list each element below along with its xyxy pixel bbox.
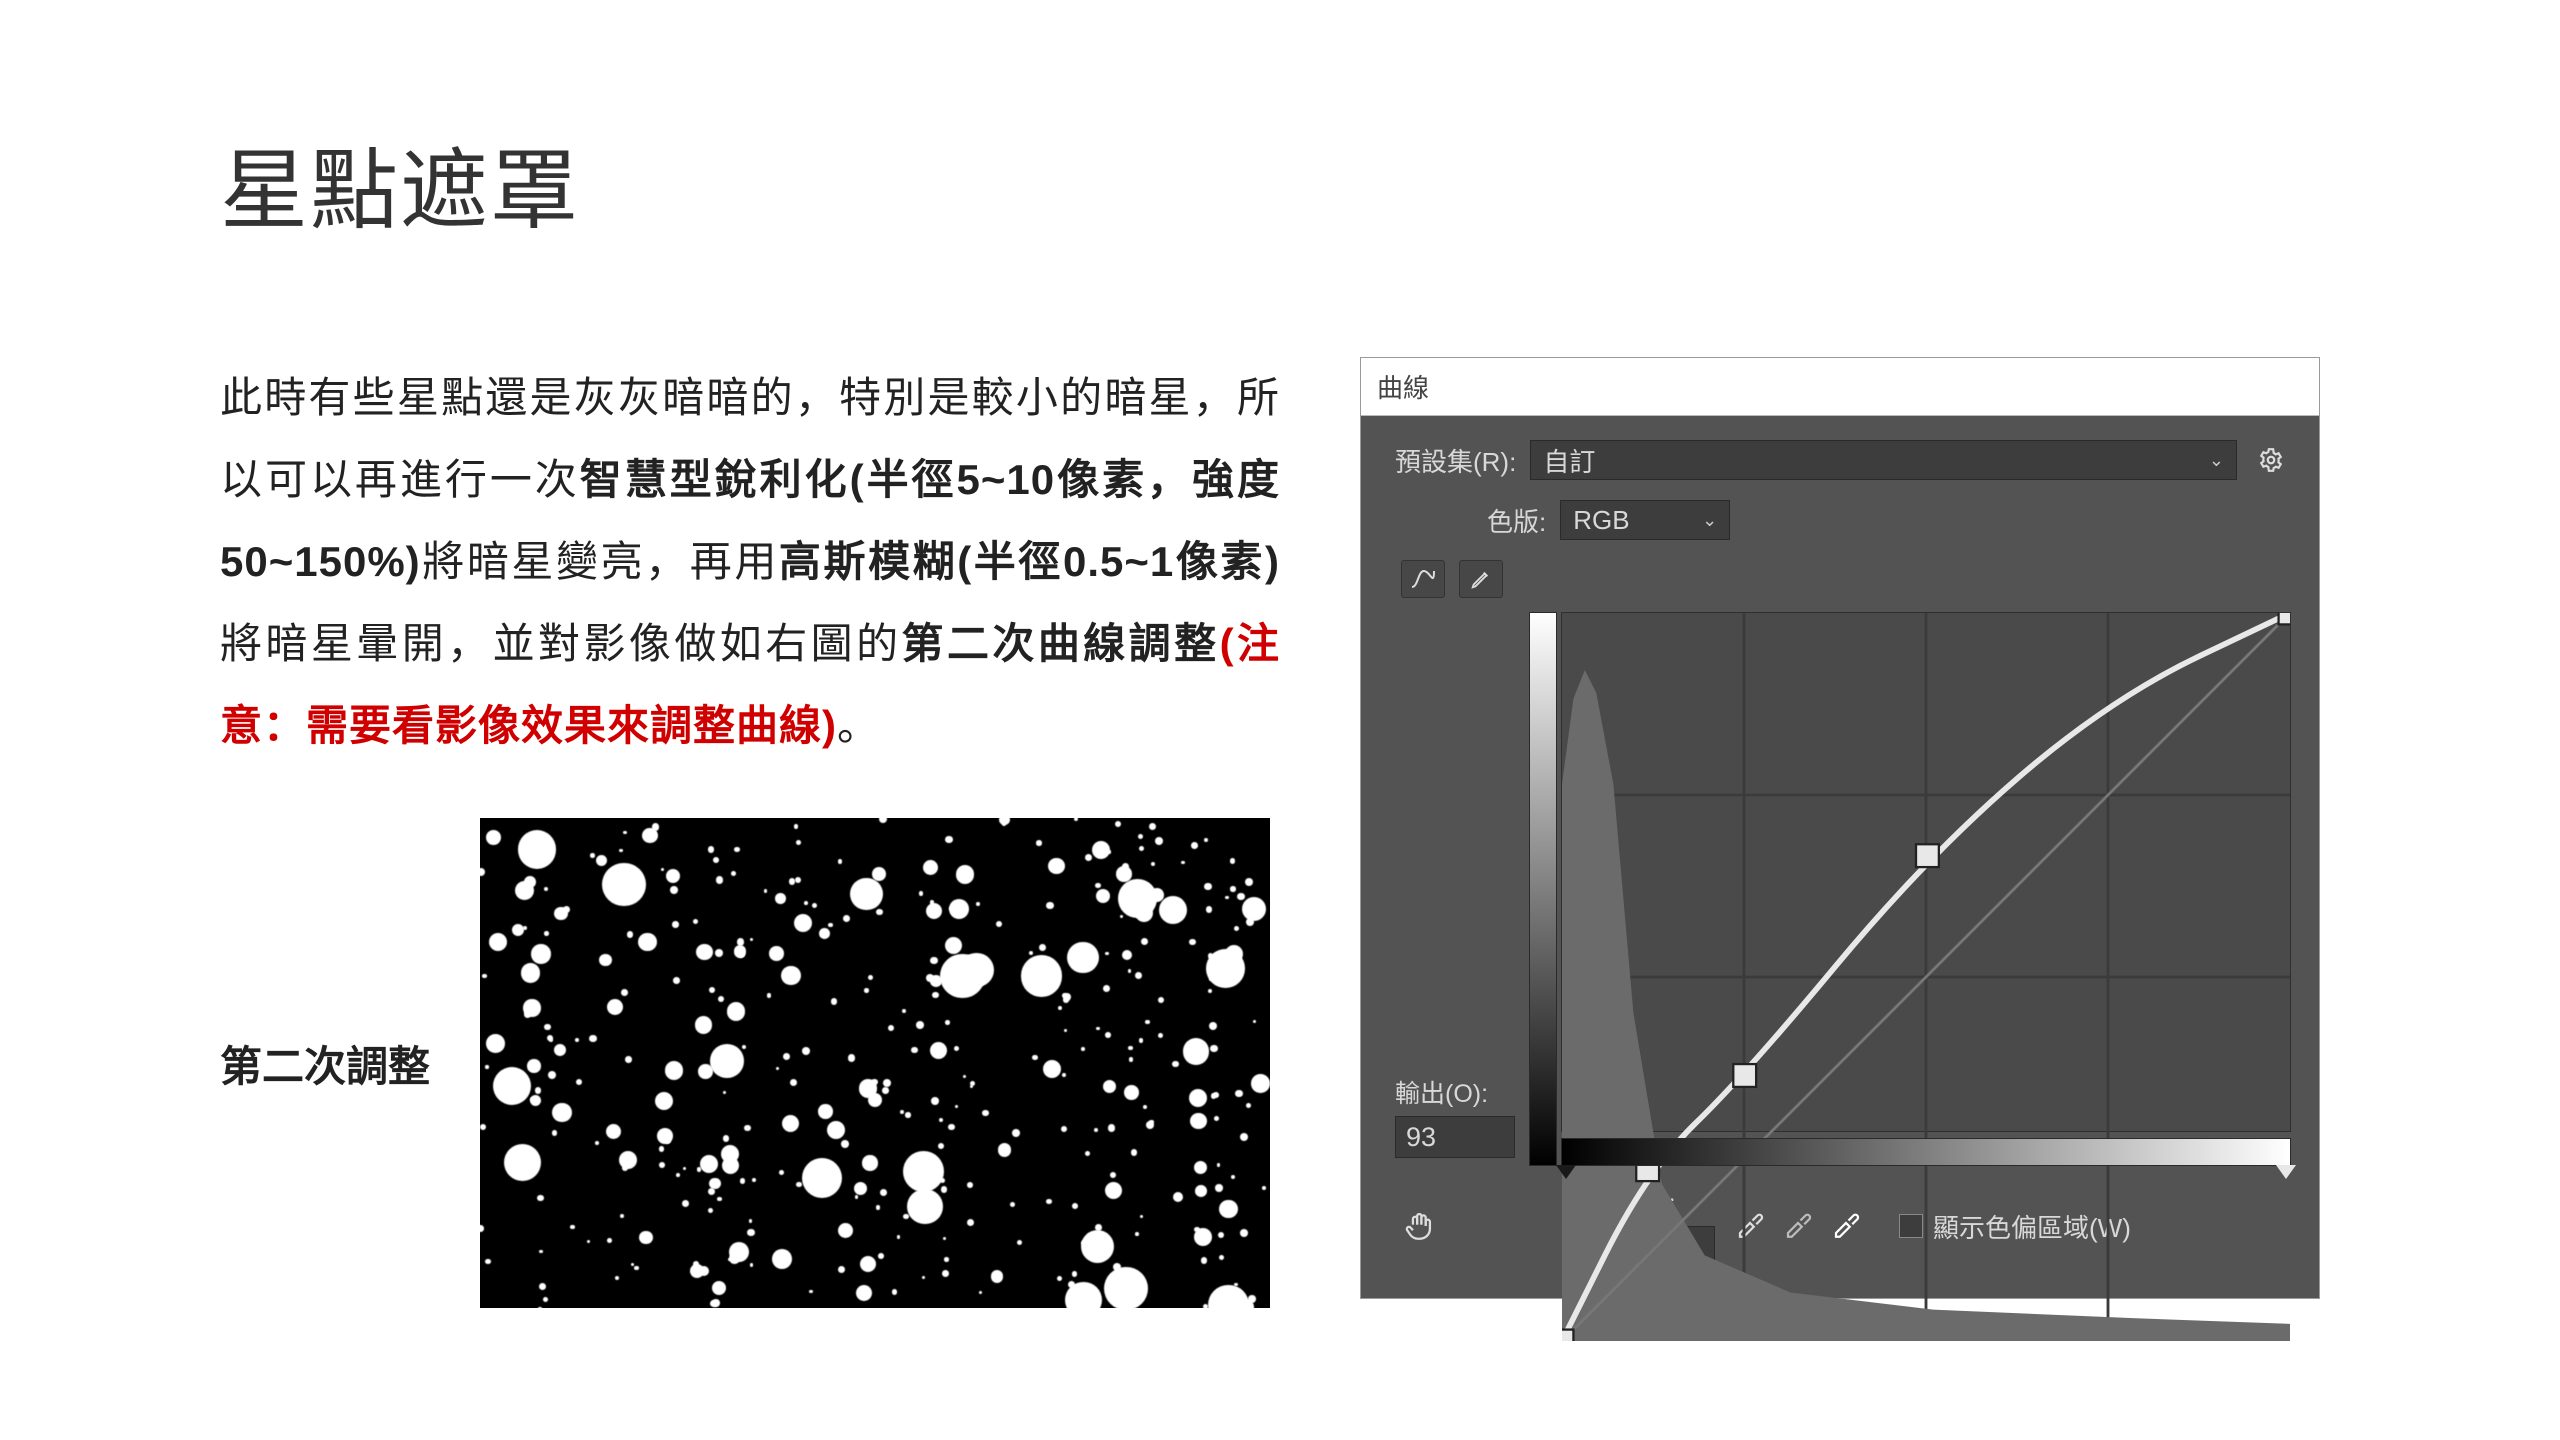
vertical-gradient <box>1529 612 1557 1166</box>
text-run: 。 <box>837 702 880 749</box>
panel-title: 曲線 <box>1361 358 2319 416</box>
gear-icon[interactable] <box>2251 440 2291 480</box>
horizontal-gradient[interactable] <box>1561 1138 2291 1166</box>
text-run: 將暗星暈開，並對影像做如右圖的 <box>220 620 902 667</box>
curves-graph[interactable] <box>1561 612 2291 1132</box>
body-paragraph: 此時有些星點還是灰灰暗暗的，特別是較小的暗星，所以可以再進行一次智慧型銳利化(半… <box>220 357 1280 766</box>
pencil-tool-button[interactable] <box>1459 560 1503 598</box>
preset-select[interactable]: 自訂 ⌄ <box>1530 440 2237 480</box>
curves-panel: 曲線 預設集(R): 自訂 ⌄ 色版: <box>1360 357 2320 1299</box>
output-label: 輸出(O): <box>1395 1074 1488 1110</box>
preset-label: 預設集(R): <box>1395 442 1516 479</box>
text-bold: 高斯模糊(半徑0.5~1像素) <box>779 538 1280 585</box>
channel-select[interactable]: RGB ⌄ <box>1560 500 1730 540</box>
text-run: 將暗星變亮，再用 <box>421 538 779 585</box>
channel-label: 色版: <box>1487 502 1546 539</box>
black-point-slider[interactable] <box>1556 1165 1576 1179</box>
preset-value: 自訂 <box>1543 442 1595 479</box>
curve-tool-button[interactable] <box>1401 560 1445 598</box>
second-adjust-label: 第二次調整 <box>220 1033 430 1094</box>
white-point-slider[interactable] <box>2276 1165 2296 1179</box>
star-mask-preview <box>480 818 1270 1308</box>
text-bold: 第二次曲線調整 <box>902 620 1220 667</box>
page-title: 星點遮罩 <box>220 120 2340 247</box>
chevron-down-icon: ⌄ <box>2209 450 2224 471</box>
hand-adjust-icon[interactable] <box>1395 1204 1445 1248</box>
output-value-field[interactable]: 93 <box>1395 1116 1515 1158</box>
channel-value: RGB <box>1573 505 1629 536</box>
chevron-down-icon: ⌄ <box>1702 510 1717 531</box>
